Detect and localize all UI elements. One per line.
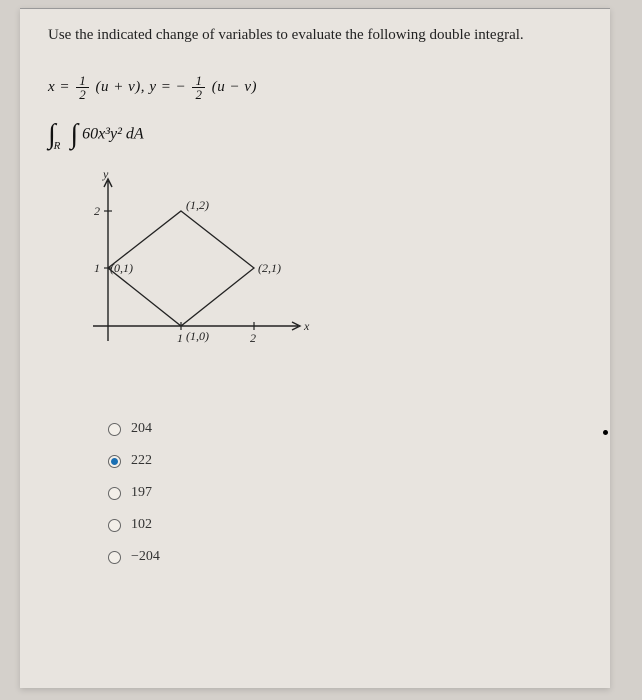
radio-3[interactable] xyxy=(108,519,121,532)
region-diagram: y x 2 1 1 2 (1,2) (0,1) (2,1) (1,0) xyxy=(68,171,328,391)
integral-symbol-2: ∫ xyxy=(70,119,78,150)
artifact-dot xyxy=(603,430,608,435)
radio-2[interactable] xyxy=(108,487,121,500)
vertex-left: (0,1) xyxy=(110,261,133,276)
option-4[interactable]: −204 xyxy=(108,549,582,565)
y-axis-label: y xyxy=(103,167,108,182)
y-eq-prefix: y = − xyxy=(149,79,190,95)
question-prompt: Use the indicated change of variables to… xyxy=(48,27,582,44)
integrand: 60x³y² dA xyxy=(82,126,144,143)
tick-x-2: 2 xyxy=(250,331,256,346)
option-1-label: 222 xyxy=(131,453,152,469)
x-fraction: 1 2 xyxy=(76,74,89,101)
option-0[interactable]: 204 xyxy=(108,421,582,437)
integral-region: R xyxy=(54,140,61,152)
answer-options: 204 222 197 102 −204 xyxy=(108,421,582,565)
radio-4[interactable] xyxy=(108,551,121,564)
radio-1[interactable] xyxy=(108,455,121,468)
option-3[interactable]: 102 xyxy=(108,517,582,533)
vertex-bottom: (1,0) xyxy=(186,329,209,344)
double-integral: ∫ R ∫ 60x³y² dA xyxy=(48,119,582,151)
y-frac-den: 2 xyxy=(192,88,205,101)
x-frac-den: 2 xyxy=(76,88,89,101)
y-eq-suffix: (u − v) xyxy=(212,79,257,95)
x-eq-suffix: (u + v), xyxy=(96,79,150,95)
vertex-right: (2,1) xyxy=(258,261,281,276)
option-2-label: 197 xyxy=(131,485,152,501)
change-of-variables: x = 1 2 (u + v), y = − 1 2 (u − v) xyxy=(48,74,582,101)
option-1[interactable]: 222 xyxy=(108,453,582,469)
x-axis-label: x xyxy=(304,319,309,334)
x-frac-num: 1 xyxy=(76,74,89,88)
tick-x-1: 1 xyxy=(177,331,183,346)
option-4-label: −204 xyxy=(131,549,160,565)
radio-0[interactable] xyxy=(108,423,121,436)
tick-y-1: 1 xyxy=(94,261,100,276)
vertex-top: (1,2) xyxy=(186,198,209,213)
x-eq-prefix: x = xyxy=(48,79,74,95)
option-2[interactable]: 197 xyxy=(108,485,582,501)
question-page: Use the indicated change of variables to… xyxy=(20,8,610,688)
tick-y-2: 2 xyxy=(94,204,100,219)
y-frac-num: 1 xyxy=(192,74,205,88)
option-0-label: 204 xyxy=(131,421,152,437)
option-3-label: 102 xyxy=(131,517,152,533)
y-fraction: 1 2 xyxy=(192,74,205,101)
